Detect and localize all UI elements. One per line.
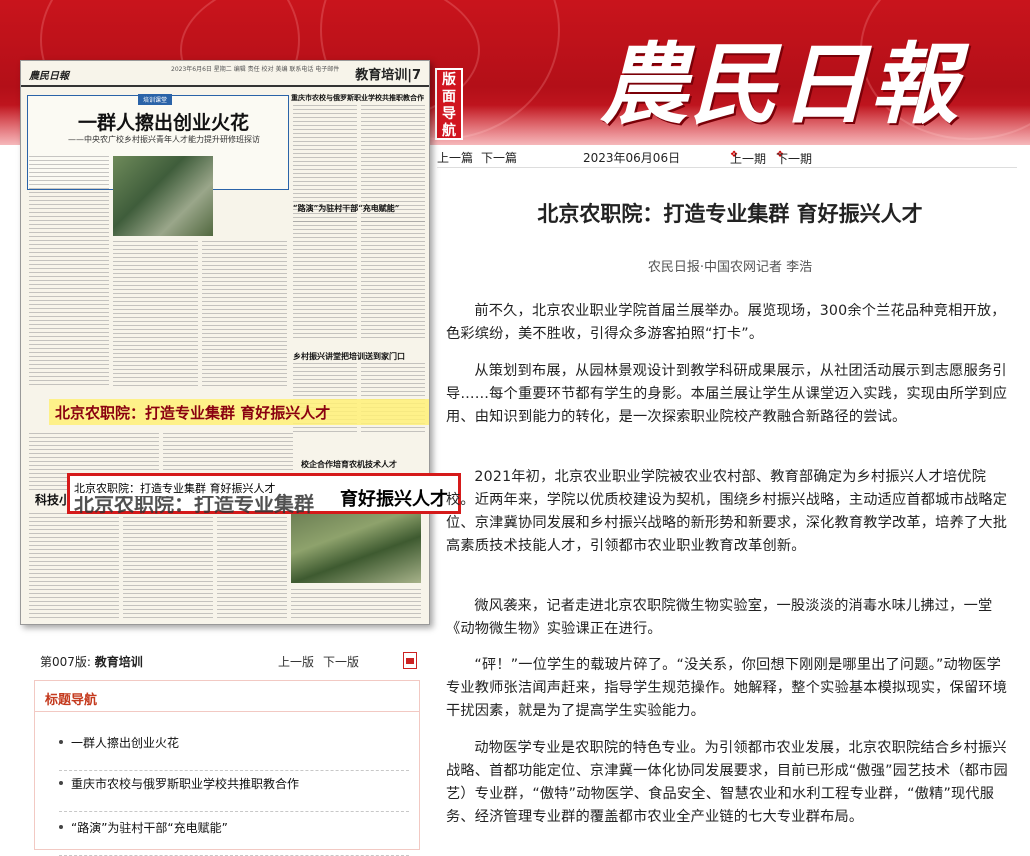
bullet-icon: [59, 781, 63, 785]
section-name: 教育培训: [355, 68, 408, 83]
lead-subhead: ——中央农广校乡村振兴青年人才能力提升研修班探访: [68, 135, 260, 144]
page-section: 教育培训: [94, 655, 143, 669]
article-paragraph: “砰！”一位学生的载玻片碎了。“没关系，你回想下刚刚是哪里出了问题。”动物医学专…: [446, 657, 1008, 719]
title-nav-item[interactable]: 一群人擦出创业火花: [59, 733, 409, 771]
article-paragraph: 从策划到布展，从园林景观设计到教学科研成果展示，从社团活动展示到志愿服务引导………: [446, 363, 1008, 425]
masthead-logo: 農民日報: [600, 32, 961, 136]
highlighted-article[interactable]: 北京农职院：打造专业集群 育好振兴人才: [49, 399, 429, 425]
article-paragraph: 前不久，北京农业职业学院首届兰展举办。展览现场，300余个兰花品种竞相开放，色彩…: [446, 303, 1006, 342]
bullet-icon: [59, 740, 63, 744]
article-nav-bar: 上一篇 下一篇 2023年06月06日 ❖ 上一期 ❖ 下一期: [437, 148, 1017, 168]
right-headline-1[interactable]: 重庆市农校与俄罗斯职业学校共推职教合作: [291, 93, 424, 103]
lead-photo: [113, 156, 213, 236]
newspaper-page-image[interactable]: 農民日報 2023年6月6日 星期二 编辑 责任 校对 美编 联系电话 电子邮件…: [20, 60, 430, 625]
title-nav-item[interactable]: 重庆市农校与俄罗斯职业学校共推职教合作: [59, 774, 409, 812]
lead-headline: 一群人擦出创业火花: [78, 112, 250, 134]
prev-page-link[interactable]: 上一版: [278, 653, 314, 670]
title-navigation: 标题导航 一群人擦出创业火花 重庆市农校与俄罗斯职业学校共推职教合作 “路演”为…: [34, 680, 420, 856]
article-paragraph: 微风袭来，记者走进北京农职院微生物实验室，一股淡淡的消毒水味儿拂过，一堂《动物微…: [446, 598, 993, 637]
issue-date: 2023年06月06日: [583, 151, 681, 165]
article-paragraph: 2021年初，北京农业职业学院被农业农村部、教育部确定为乡村振兴人才培优院校。近…: [446, 469, 1008, 554]
next-article-link[interactable]: 下一篇: [481, 149, 517, 166]
highlighted-headline: 北京农职院：打造专业集群 育好振兴人才: [55, 404, 331, 422]
tooltip-text: 北京农职院：打造专业集群 育好振兴人才: [74, 480, 276, 496]
paper-logo: 農民日報: [29, 71, 69, 82]
article-title: 北京农职院：打造专业集群 育好振兴人才: [537, 202, 923, 226]
page-header: 農民日報 2023年6月6日 星期二 编辑 责任 校对 美编 联系电话 电子邮件…: [21, 61, 429, 87]
bullet-icon: [59, 825, 63, 829]
pdf-icon[interactable]: [403, 652, 417, 669]
article-paragraph: 动物医学专业是农职院的特色专业。为引领都市农业发展，北京农职院结合乡村振兴战略、…: [446, 740, 1008, 825]
lower-right-headline[interactable]: 校企合作培育农机技术人才: [301, 459, 397, 470]
page-bar: 第007版: 教育培训 上一版 下一版: [40, 652, 420, 671]
tooltip-emphasis: 育好振兴人才: [340, 489, 448, 510]
right-headline-3[interactable]: 乡村振兴讲堂把培训送到家门口: [293, 351, 405, 362]
lead-tag: 培训课堂: [138, 94, 173, 105]
article-byline: 农民日报·中国农网记者 李浩: [647, 260, 813, 275]
page-prefix: 第007版:: [40, 655, 91, 669]
page-number: 7: [411, 68, 421, 83]
field-photo: [291, 513, 421, 583]
prev-article-link[interactable]: 上一篇: [437, 149, 473, 166]
lower-left-headline[interactable]: 科技小: [35, 491, 71, 508]
article-tooltip: 北京农职院：打造专业集群 北京农职院：打造专业集群 育好振兴人才 育好振兴人才: [67, 473, 461, 516]
title-nav-heading: 标题导航: [45, 693, 98, 708]
layout-nav-seal: 版面导航: [435, 68, 463, 140]
title-nav-item[interactable]: “路演”为驻村干部“充电赋能”: [59, 818, 409, 856]
right-headline-2[interactable]: “路演”为驻村干部“充电赋能”: [293, 203, 399, 214]
next-page-link[interactable]: 下一版: [323, 653, 359, 670]
